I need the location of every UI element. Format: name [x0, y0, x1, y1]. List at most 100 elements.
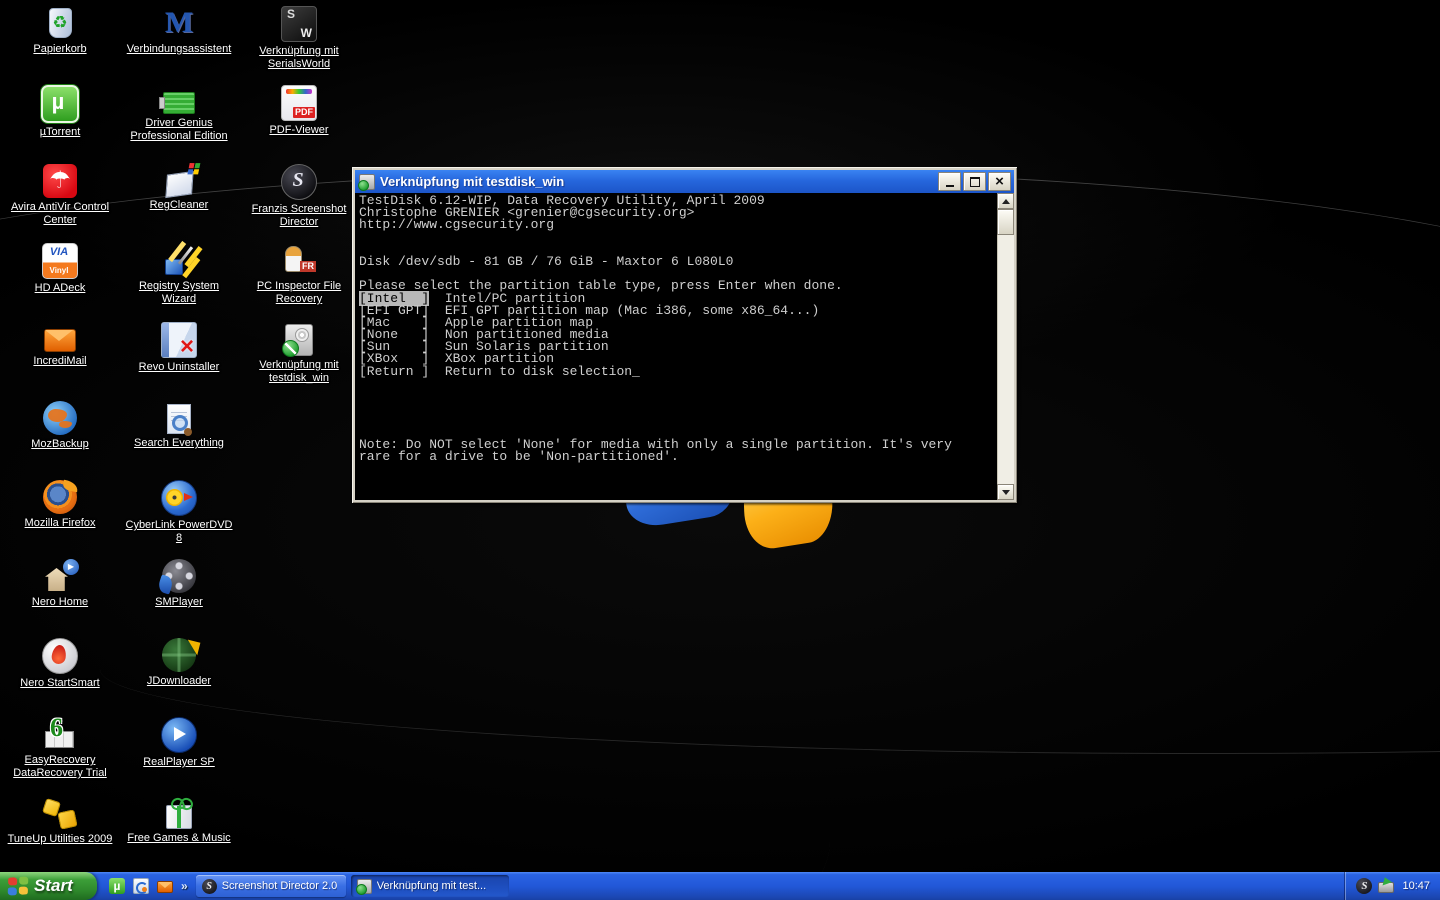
- tray-clock[interactable]: 10:47: [1400, 880, 1430, 892]
- verbindungsassistent-icon: [162, 6, 196, 40]
- desktop-icon-label: PC Inspector File Recovery: [256, 280, 342, 305]
- desktop-icon-label: Avira AntiVir Control Center: [10, 201, 110, 226]
- utorrent-quicklaunch-icon[interactable]: [109, 878, 125, 894]
- desktop-icon-regcleaner[interactable]: RegCleaner: [121, 164, 237, 212]
- nerostartsmart-icon: [42, 638, 78, 674]
- desktop-icon-label: RealPlayer SP: [143, 756, 215, 768]
- pdfviewer-icon: [281, 85, 317, 121]
- desktop-icon-utorrent[interactable]: µTorrent: [2, 85, 118, 139]
- desktop-icon-freegames[interactable]: Free Games & Music: [121, 796, 237, 845]
- close-button[interactable]: [988, 172, 1011, 191]
- start-button[interactable]: Start: [0, 872, 97, 900]
- scrollbar-thumb[interactable]: [997, 209, 1014, 235]
- desktop-icon-searcheverything[interactable]: Search Everything: [121, 401, 237, 450]
- desktop-icon-incredimail[interactable]: IncrediMail: [2, 322, 118, 368]
- console-line: http://www.cgsecurity.org: [359, 217, 555, 233]
- desktop-icon-regwizard[interactable]: Registry System Wizard: [121, 243, 237, 306]
- scroll-up-icon[interactable]: [997, 193, 1014, 209]
- taskbar-task-screenshot[interactable]: Screenshot Director 2.0: [195, 875, 346, 897]
- desktop: Papierkorb Verbindungsassistent Verknüpfun…: [0, 0, 1440, 900]
- regcleaner-icon: [164, 170, 194, 199]
- desktop-icon-nerohome[interactable]: Nero Home: [2, 559, 118, 609]
- browser-quicklaunch-icon[interactable]: [133, 878, 149, 894]
- screenshot-icon: [201, 878, 217, 894]
- desktop-icon-label: SMPlayer: [155, 596, 203, 608]
- desktop-icon-label: Papierkorb: [33, 43, 87, 55]
- desktop-icon-serialsworld[interactable]: Verknüpfung mit SerialsWorld: [241, 6, 357, 71]
- desktop-icon-mozbackup[interactable]: MozBackup: [2, 401, 118, 451]
- console-line: [Return ] Return to disk selection_: [359, 363, 640, 379]
- quick-launch: »: [97, 878, 196, 894]
- desktop-icon-hdadeck[interactable]: HD ADeck: [2, 243, 118, 295]
- desktop-icon-pcinspector[interactable]: PC Inspector File Recovery: [241, 243, 357, 306]
- firefox-icon: [43, 480, 77, 514]
- desktop-icon-tuneup[interactable]: TuneUp Utilities 2009: [2, 796, 118, 846]
- hdadeck-icon: [42, 243, 78, 279]
- desktop-icon-label: MozBackup: [31, 438, 89, 450]
- wallpaper-swoosh-middle: [100, 585, 1440, 754]
- desktop-icon-verbindungsassistent[interactable]: Verbindungsassistent: [121, 6, 237, 56]
- desktop-icon-label: Search Everything: [134, 437, 224, 449]
- task-label: Screenshot Director 2.0: [221, 880, 338, 892]
- testdisk-icon: [355, 878, 372, 895]
- desktop-icon-nerostartsmart[interactable]: Nero StartSmart: [2, 638, 118, 690]
- desktop-icon-label: Revo Uninstaller: [138, 361, 220, 373]
- desktop-icon-smplayer[interactable]: SMPlayer: [121, 559, 237, 609]
- testdisk-window-icon: [358, 173, 375, 191]
- screenshot-director-tray-icon[interactable]: [1356, 878, 1373, 894]
- scroll-down-icon[interactable]: [997, 484, 1014, 500]
- easyrecovery-icon: [43, 715, 77, 751]
- smplayer-icon: [162, 559, 196, 593]
- incredimail-quicklaunch-icon[interactable]: [157, 881, 173, 893]
- testdisk-icon: [282, 324, 313, 357]
- desktop-icon-label: Driver Genius Professional Edition: [130, 117, 228, 142]
- desktop-icon-label: µTorrent: [39, 126, 81, 138]
- desktop-icon-label: Mozilla Firefox: [24, 517, 96, 529]
- desktop-icon-pdfviewer[interactable]: PDF-Viewer: [241, 85, 357, 137]
- minimize-button[interactable]: [938, 172, 961, 191]
- desktop-icon-label: Nero Home: [31, 596, 89, 608]
- franzis-icon: [281, 164, 317, 200]
- desktop-icon-drivergenius[interactable]: Driver Genius Professional Edition: [121, 85, 237, 143]
- searcheverything-icon: [167, 404, 191, 434]
- system-tray: 10:47: [1345, 872, 1440, 900]
- desktop-icon-powerdvd[interactable]: CyberLink PowerDVD 8: [121, 480, 237, 545]
- console-output[interactable]: TestDisk 6.12-WIP, Data Recovery Utility…: [355, 193, 997, 500]
- utorrent-icon: [41, 85, 79, 123]
- window-titlebar[interactable]: Verknüpfung mit testdisk_win: [355, 170, 1014, 193]
- maximize-button[interactable]: [963, 172, 986, 191]
- taskbar-task-testdisk[interactable]: Verknüpfung mit test...: [350, 875, 509, 897]
- testdisk-window: Verknüpfung mit testdisk_win TestDisk 6.…: [352, 167, 1017, 503]
- desktop-icon-firefox[interactable]: Mozilla Firefox: [2, 480, 118, 530]
- desktop-icon-label: IncrediMail: [33, 355, 87, 367]
- console-line: Disk /dev/sdb - 81 GB / 76 GiB - Maxtor …: [359, 253, 734, 269]
- freegames-icon: [166, 805, 192, 829]
- scrollbar[interactable]: [997, 193, 1014, 500]
- desktop-icon-revo[interactable]: Revo Uninstaller: [121, 322, 237, 374]
- desktop-icon-realplayer[interactable]: RealPlayer SP: [121, 717, 237, 769]
- desktop-icon-avira[interactable]: Avira AntiVir Control Center: [2, 164, 118, 227]
- task-label: Verknüpfung mit test...: [376, 880, 487, 892]
- desktop-icon-label: Verbindungsassistent: [126, 43, 232, 55]
- taskbar: Start » Screenshot Director 2.0 Verknüpfu…: [0, 872, 1440, 900]
- papierkorb-icon: [43, 6, 77, 40]
- quicklaunch-more-icon[interactable]: »: [181, 879, 188, 893]
- desktop-icon-testdisk[interactable]: Verknüpfung mit testdisk_win: [241, 322, 357, 385]
- desktop-icon-easyrecovery[interactable]: EasyRecovery DataRecovery Trial: [2, 715, 118, 780]
- desktop-icon-label: PDF-Viewer: [269, 124, 329, 136]
- desktop-icon-papierkorb[interactable]: Papierkorb: [2, 6, 118, 56]
- safely-remove-hardware-icon[interactable]: [1378, 882, 1395, 893]
- desktop-icon-label: JDownloader: [146, 675, 212, 687]
- desktop-icon-jdownloader[interactable]: JDownloader: [121, 638, 237, 688]
- window-title: Verknüpfung mit testdisk_win: [380, 174, 565, 189]
- incredimail-icon: [44, 329, 76, 352]
- drivergenius-icon: [159, 92, 195, 114]
- avira-icon: [43, 164, 77, 198]
- desktop-icon-label: Registry System Wizard: [138, 280, 220, 305]
- desktop-icon-franzis[interactable]: Franzis Screenshot Director: [241, 164, 357, 229]
- taskbar-tasks: Screenshot Director 2.0 Verknüpfung mit t…: [195, 875, 1346, 897]
- nerohome-icon: [43, 559, 79, 593]
- start-label: Start: [34, 876, 73, 895]
